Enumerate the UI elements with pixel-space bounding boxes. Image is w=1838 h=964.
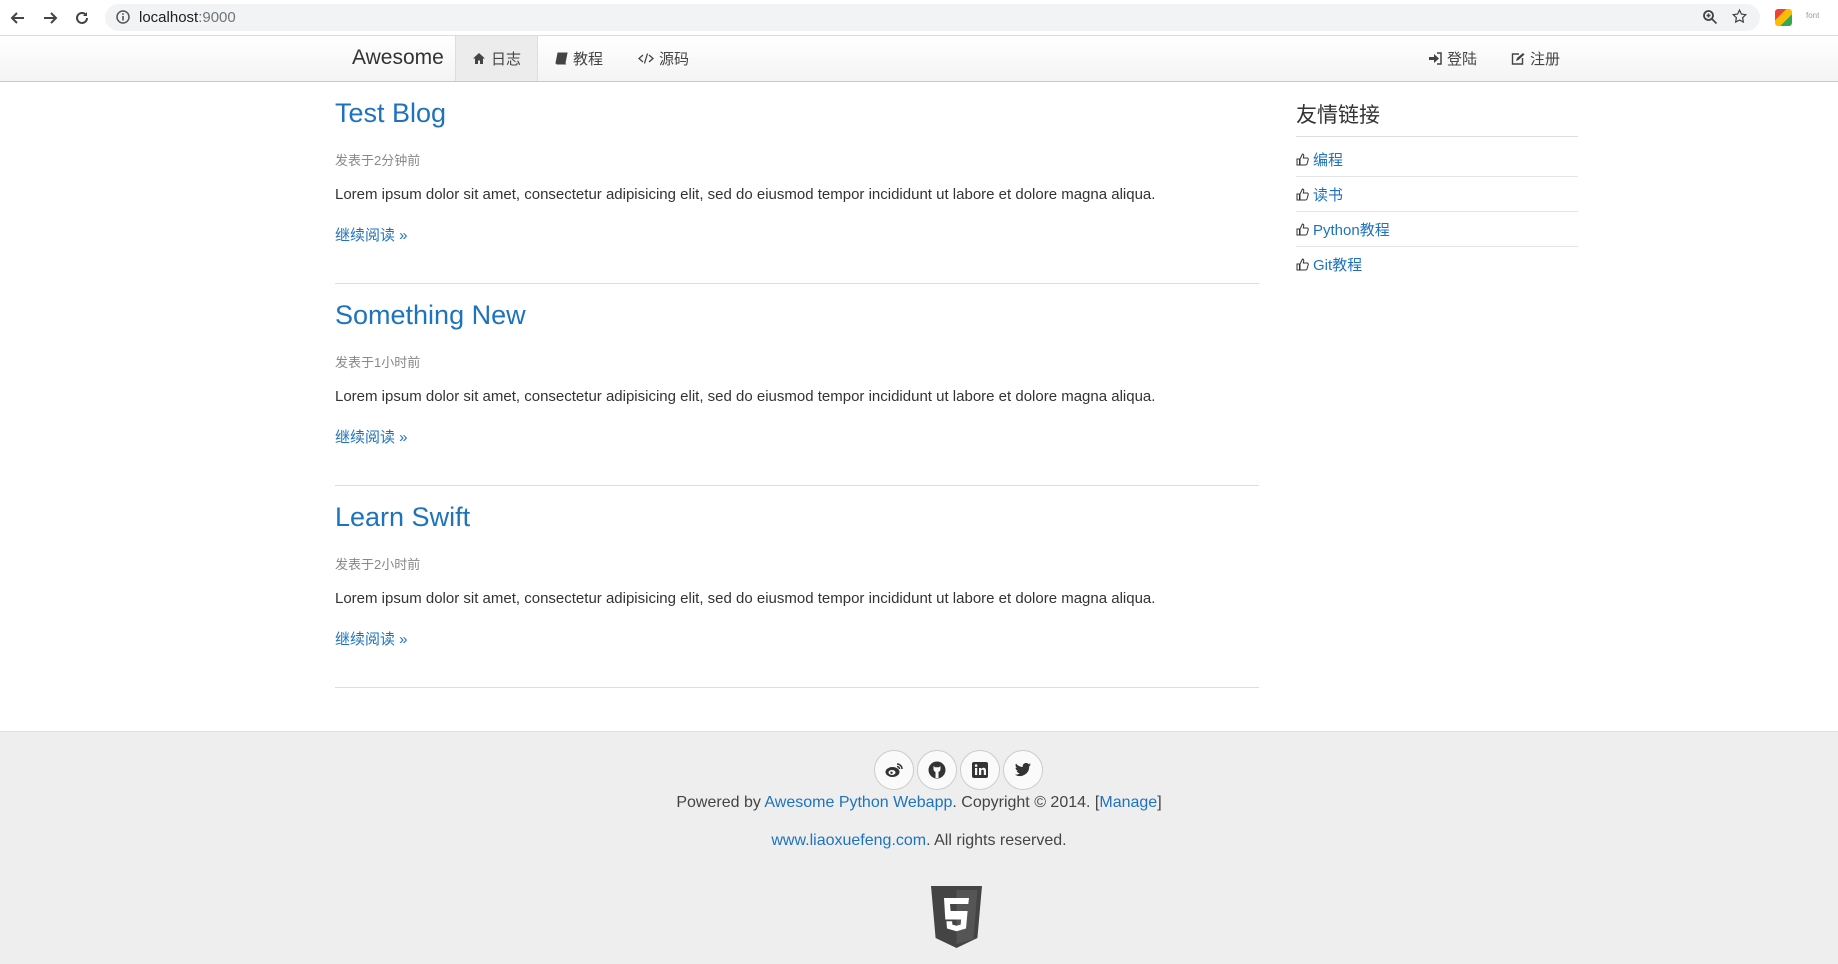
nav-item-label: 教程	[573, 51, 604, 68]
nav-item-tutorials[interactable]: 教程	[555, 36, 603, 81]
list-item: 编程	[1296, 142, 1578, 177]
post-summary: Lorem ipsum dolor sit amet, consectetur …	[335, 590, 1156, 607]
github-icon[interactable]	[917, 750, 957, 790]
weibo-icon[interactable]	[874, 750, 914, 790]
post-title[interactable]: Learn Swift	[335, 502, 470, 533]
blog-post: Test Blog 发表于2分钟前 Lorem ipsum dolor sit …	[335, 82, 1259, 284]
sidebar-divider	[1296, 136, 1578, 137]
friend-link[interactable]: 读书	[1313, 184, 1343, 205]
list-item: Git教程	[1296, 247, 1578, 281]
post-title[interactable]: Something New	[335, 300, 526, 331]
nav-item-source[interactable]: 源码	[638, 36, 689, 81]
nav-item-register[interactable]: 注册	[1511, 36, 1560, 81]
nav-item-label: 源码	[659, 51, 690, 68]
blog-post: Something New 发表于1小时前 Lorem ipsum dolor …	[335, 284, 1259, 486]
blog-post: Learn Swift 发表于2小时前 Lorem ipsum dolor si…	[335, 486, 1259, 688]
url-text: localhost:9000	[139, 9, 236, 26]
post-title[interactable]: Test Blog	[335, 98, 446, 129]
book-icon	[555, 52, 568, 65]
home-icon	[473, 53, 485, 64]
nav-item-signin[interactable]: 登陆	[1428, 36, 1477, 81]
rights-line: www.liaoxuefeng.com. All rights reserved…	[771, 832, 1067, 849]
post-summary: Lorem ipsum dolor sit amet, consectetur …	[335, 186, 1156, 203]
linkedin-icon[interactable]	[960, 750, 1000, 790]
nav-item-label: 日志	[491, 51, 522, 68]
manage-link[interactable]: Manage	[1099, 794, 1157, 811]
bookmark-star-icon[interactable]	[1731, 8, 1748, 30]
extension-icon[interactable]	[1775, 9, 1792, 26]
blog-list: Test Blog 发表于2分钟前 Lorem ipsum dolor sit …	[335, 82, 1259, 688]
zoom-icon[interactable]	[1702, 9, 1718, 30]
nav-item-label: 注册	[1530, 51, 1561, 68]
page-footer: Powered by Awesome Python Webapp. Copyri…	[0, 731, 1838, 964]
thumbs-up-icon	[1296, 152, 1309, 165]
reload-icon[interactable]	[70, 6, 94, 30]
nav-item-label: 登陆	[1447, 51, 1478, 68]
edit-icon	[1511, 53, 1525, 65]
sign-in-icon	[1429, 52, 1442, 65]
friend-link[interactable]: 编程	[1313, 149, 1343, 170]
back-arrow-icon[interactable]	[6, 6, 30, 30]
thumbs-up-icon	[1296, 257, 1309, 270]
address-bar[interactable]: localhost:9000	[105, 4, 1760, 31]
read-more-link[interactable]: 继续阅读 »	[335, 426, 408, 447]
forward-arrow-icon[interactable]	[38, 6, 62, 30]
extension-font-label[interactable]: font	[1806, 11, 1819, 20]
read-more-link[interactable]: 继续阅读 »	[335, 628, 408, 649]
thumbs-up-icon	[1296, 187, 1309, 200]
nav-item-blogs[interactable]: 日志	[455, 36, 539, 81]
app-link[interactable]: Awesome Python Webapp	[764, 794, 952, 811]
site-link[interactable]: www.liaoxuefeng.com	[771, 832, 926, 849]
browser-toolbar: localhost:9000 font	[0, 0, 1838, 36]
post-meta: 发表于1小时前	[335, 355, 421, 370]
twitter-icon[interactable]	[1003, 750, 1043, 790]
info-icon[interactable]	[116, 10, 130, 29]
post-summary: Lorem ipsum dolor sit amet, consectetur …	[335, 388, 1156, 405]
html5-logo	[929, 885, 984, 954]
list-item: Python教程	[1296, 212, 1578, 247]
friend-links-list: 编程 读书 Python教程 Git教程	[1296, 142, 1578, 281]
social-links	[874, 750, 1043, 790]
read-more-link[interactable]: 继续阅读 »	[335, 224, 408, 245]
list-item: 读书	[1296, 177, 1578, 212]
friend-link[interactable]: Git教程	[1313, 254, 1362, 275]
code-icon	[638, 53, 654, 64]
brand-logo[interactable]: Awesome	[352, 46, 444, 70]
powered-by-line: Powered by Awesome Python Webapp. Copyri…	[676, 794, 1162, 811]
post-meta: 发表于2小时前	[335, 557, 421, 572]
post-meta: 发表于2分钟前	[335, 153, 421, 168]
top-navbar: Awesome 日志 教程 源码 登陆 注册	[0, 36, 1838, 82]
friend-link[interactable]: Python教程	[1313, 219, 1390, 240]
thumbs-up-icon	[1296, 222, 1309, 235]
sidebar-title: 友情链接	[1296, 104, 1380, 127]
